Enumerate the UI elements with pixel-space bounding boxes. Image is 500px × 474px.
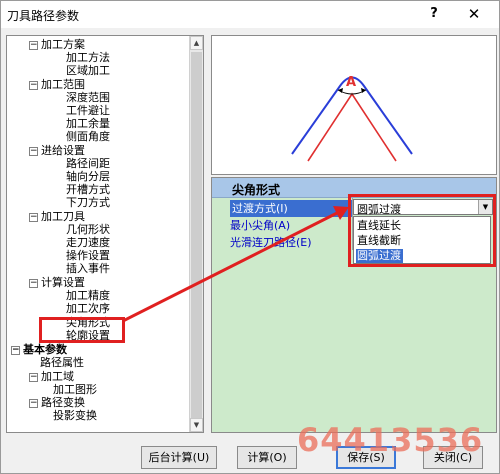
tree-item-label: 进给设置 bbox=[41, 144, 85, 157]
tree-item-label: 插入事件 bbox=[66, 262, 110, 275]
parameter-tree[interactable]: − 加工方案 加工方法 区域加工 − 加工范围 深度范围 工件避让 加工余量 侧面角度 − 进给设置路… bbox=[6, 35, 204, 433]
tree-item-label: 加工余量 bbox=[66, 117, 110, 130]
help-button[interactable]: ? bbox=[425, 5, 443, 23]
tree-item-label: 计算设置 bbox=[41, 276, 85, 289]
tree-item[interactable]: 加工方法 bbox=[66, 51, 110, 64]
property-header-title: 尖角形式 bbox=[232, 183, 281, 197]
tree-item[interactable]: − 加工范围 bbox=[29, 78, 85, 91]
close-window-button[interactable]: ✕ bbox=[463, 4, 485, 24]
tree-item-label: 加工范围 bbox=[41, 78, 85, 91]
corner-diagram: A bbox=[291, 75, 413, 162]
calc-button[interactable]: 计算(O) bbox=[237, 446, 297, 469]
tool-path-params-dialog: 刀具路径参数 ? ✕ − 加工方案 加工方法 区域加工 − 加工范围 深度范围 工件避让 加工余… bbox=[0, 0, 500, 474]
tree-item-label: 路径属性 bbox=[40, 356, 84, 369]
property-smooth-link[interactable]: 光滑连刀路径(E) bbox=[230, 234, 350, 251]
tree-item[interactable]: 轴向分层 bbox=[66, 170, 110, 183]
tree-item[interactable]: − 计算设置 bbox=[29, 276, 85, 289]
tree-item[interactable]: 路径属性 bbox=[40, 356, 84, 369]
collapse-toggle-icon[interactable]: − bbox=[29, 146, 38, 156]
tree-item-label: 加工方案 bbox=[41, 38, 85, 51]
scroll-up-arrow-icon[interactable]: ▲ bbox=[190, 36, 203, 50]
tree-item[interactable]: 插入事件 bbox=[66, 262, 110, 275]
tree-item[interactable]: − 路径变换 bbox=[29, 396, 85, 409]
tree-item[interactable]: 加工精度 bbox=[66, 289, 110, 302]
background-calc-button[interactable]: 后台计算(U) bbox=[141, 446, 217, 469]
collapse-toggle-icon[interactable]: − bbox=[29, 212, 38, 222]
collapse-toggle-icon[interactable]: − bbox=[29, 40, 38, 50]
corner-preview: A bbox=[211, 35, 497, 175]
tree-item[interactable]: 侧面角度 bbox=[66, 130, 110, 143]
tree-item[interactable]: 加工图形 bbox=[53, 383, 97, 396]
collapse-toggle-icon[interactable]: − bbox=[29, 398, 38, 408]
tree-item[interactable]: 开槽方式 bbox=[66, 183, 110, 196]
title-bar: 刀具路径参数 ? ✕ bbox=[1, 1, 499, 28]
tree-item[interactable]: 下刀方式 bbox=[66, 196, 110, 209]
tree-item-label: 开槽方式 bbox=[66, 183, 110, 196]
tree-item-label: 操作设置 bbox=[66, 249, 110, 262]
collapse-toggle-icon[interactable]: − bbox=[29, 80, 38, 90]
tree-item-label: 区域加工 bbox=[66, 64, 110, 77]
tree-item-label: 几何形状 bbox=[66, 223, 110, 236]
tree-item-label: 加工域 bbox=[41, 370, 74, 383]
tree-item[interactable]: 加工次序 bbox=[66, 302, 110, 315]
tree-item[interactable]: 加工余量 bbox=[66, 117, 110, 130]
tree-item[interactable]: 走刀速度 bbox=[66, 236, 110, 249]
property-transition-mode[interactable]: 过渡方式(I) bbox=[230, 200, 352, 217]
annotation-box-options bbox=[348, 194, 496, 267]
tree-item-label: 基本参数 bbox=[23, 343, 67, 356]
tree-item-label: 加工精度 bbox=[66, 289, 110, 302]
tree-item-label: 路径变换 bbox=[41, 396, 85, 409]
tree-item-label: 加工方法 bbox=[66, 51, 110, 64]
tree-item-label: 深度范围 bbox=[66, 91, 110, 104]
tree-item-label: 侧面角度 bbox=[66, 130, 110, 143]
tree-item[interactable]: − 基本参数 bbox=[11, 343, 67, 356]
tree-item[interactable]: 操作设置 bbox=[66, 249, 110, 262]
annotation-box-tree bbox=[39, 317, 125, 343]
tree-item-label: 加工次序 bbox=[66, 302, 110, 315]
property-min-corner[interactable]: 最小尖角(A) bbox=[230, 217, 350, 234]
window-title: 刀具路径参数 bbox=[7, 9, 80, 23]
tree-item[interactable]: 投影变换 bbox=[53, 409, 97, 422]
tree-item[interactable]: 工件避让 bbox=[66, 104, 110, 117]
tree-item-label: 下刀方式 bbox=[66, 196, 110, 209]
tree-scrollbar[interactable]: ▲ ▼ bbox=[189, 36, 203, 432]
watermark-text: 64413536 bbox=[297, 421, 484, 459]
angle-label: A bbox=[346, 75, 356, 90]
tree-item-label: 走刀速度 bbox=[66, 236, 110, 249]
tree-item-label: 投影变换 bbox=[53, 409, 97, 422]
tree-item[interactable]: − 加工方案 bbox=[29, 38, 85, 51]
collapse-toggle-icon[interactable]: − bbox=[29, 278, 38, 288]
tree-item[interactable]: − 进给设置 bbox=[29, 144, 85, 157]
tree-item[interactable]: 区域加工 bbox=[66, 64, 110, 77]
tree-item[interactable]: − 加工刀具 bbox=[29, 210, 85, 223]
tree-item[interactable]: 路径间距 bbox=[66, 157, 110, 170]
tree-item[interactable]: 几何形状 bbox=[66, 223, 110, 236]
tree-item-label: 工件避让 bbox=[66, 104, 110, 117]
tree-item-label: 轴向分层 bbox=[66, 170, 110, 183]
tree-item[interactable]: − 加工域 bbox=[29, 370, 74, 383]
tree-item-label: 加工图形 bbox=[53, 383, 97, 396]
collapse-toggle-icon[interactable]: − bbox=[11, 345, 20, 355]
tree-item-label: 路径间距 bbox=[66, 157, 110, 170]
scroll-thumb[interactable] bbox=[191, 52, 202, 422]
scroll-down-arrow-icon[interactable]: ▼ bbox=[190, 418, 203, 432]
tree-item-label: 加工刀具 bbox=[41, 210, 85, 223]
tree-item[interactable]: 深度范围 bbox=[66, 91, 110, 104]
collapse-toggle-icon[interactable]: − bbox=[29, 372, 38, 382]
